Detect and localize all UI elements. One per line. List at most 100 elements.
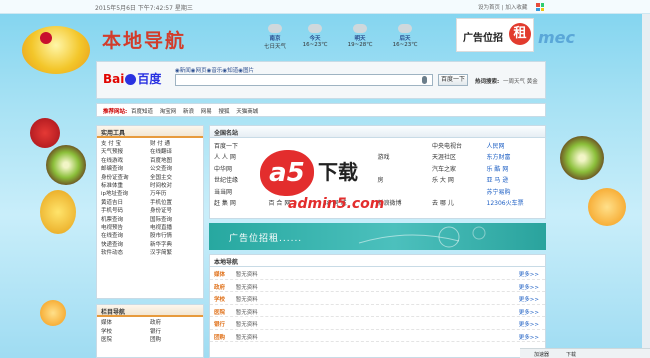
famous-site-link[interactable]: 苏宁易购 xyxy=(487,187,542,198)
famous-site-link[interactable]: 乐 大 网 xyxy=(432,175,487,186)
kiwi-right-decoration xyxy=(560,136,604,180)
recommended-link[interactable]: 百度知道 xyxy=(131,109,153,115)
tool-link[interactable]: 身份证查询 xyxy=(101,174,150,182)
tool-link[interactable]: 时间校对 xyxy=(150,182,199,190)
tool-link[interactable]: 在线游戏 xyxy=(101,157,150,165)
famous-site-link[interactable]: 去 哪 儿 xyxy=(432,198,487,209)
tool-link[interactable]: 软件动态 xyxy=(101,249,150,257)
vertical-scrollbar[interactable] xyxy=(642,14,650,348)
more-link[interactable]: 更多>> xyxy=(519,320,539,328)
pineapple-decoration xyxy=(40,190,76,234)
tool-link[interactable]: 黄道吉日 xyxy=(101,199,150,207)
kiwi-decoration xyxy=(46,145,86,185)
tool-link[interactable]: 支 付 宝 xyxy=(101,140,150,148)
famous-site-link[interactable]: 汽车之家 xyxy=(432,164,487,175)
tool-link[interactable]: 手机号码 xyxy=(101,207,150,215)
recommended-link[interactable]: 网易 xyxy=(201,109,212,115)
ad-banner[interactable]: 广告位招租...... xyxy=(209,223,546,250)
famous-site-link[interactable]: 东方财富 xyxy=(487,152,542,163)
more-link[interactable]: 更多>> xyxy=(519,308,539,316)
recommended-link[interactable]: 天猫商城 xyxy=(236,109,258,115)
tool-link[interactable]: 在线查询 xyxy=(101,232,150,240)
famous-site-link[interactable]: 人民网 xyxy=(487,141,542,152)
local-nav-row: 学校 暂无资料 更多>> xyxy=(210,292,545,305)
tool-link[interactable]: 百度地图 xyxy=(150,157,199,165)
lemon-cherry-decoration xyxy=(22,26,90,74)
local-nav-title: 本地导航 xyxy=(210,255,545,267)
local-nav-category[interactable]: 学校 xyxy=(214,295,234,303)
column-nav-panel: 栏目导航 媒体 政府 学校 银行 医院 团购 xyxy=(96,304,204,358)
local-nav-category[interactable]: 媒体 xyxy=(214,270,234,278)
watermark-url: admin5.com xyxy=(288,196,385,212)
tool-link[interactable]: 全国主交 xyxy=(150,174,199,182)
tool-link[interactable]: 标准体重 xyxy=(101,182,150,190)
recommended-sites: 推荐网站: 百度知道 淘宝网 新浪 网易 搜狐 天猫商城 xyxy=(96,103,546,117)
local-nav-category[interactable]: 医院 xyxy=(214,308,234,316)
local-nav-text: 暂无资料 xyxy=(235,297,258,303)
tool-link[interactable]: ip地址查询 xyxy=(101,190,150,198)
local-nav-category[interactable]: 银行 xyxy=(214,320,234,328)
famous-sites-title: 全国名站 xyxy=(210,126,545,138)
column-nav-link[interactable]: 银行 xyxy=(150,328,199,337)
more-link[interactable]: 更多>> xyxy=(519,295,539,303)
column-nav-link[interactable]: 媒体 xyxy=(101,319,150,328)
recommended-link[interactable]: 新浪 xyxy=(183,109,194,115)
famous-site-link[interactable]: 12306火车票 xyxy=(487,198,542,209)
tool-link[interactable]: 电视直播 xyxy=(150,224,199,232)
famous-site-link[interactable]: 乐 酷 网 xyxy=(487,164,542,175)
column-nav-link[interactable]: 学校 xyxy=(101,328,150,337)
baidu-logo[interactable]: Bai 百度 xyxy=(103,70,161,87)
windows-grid-icon[interactable] xyxy=(536,3,544,11)
weather-day-after: 后天 16~23℃ xyxy=(385,24,425,48)
tool-link[interactable]: 邮编查询 xyxy=(101,165,150,173)
tool-link[interactable]: 机票查询 xyxy=(101,216,150,224)
recommended-link[interactable]: 搜狐 xyxy=(219,109,230,115)
search-button[interactable]: 百度一下 xyxy=(438,74,468,86)
microphone-icon[interactable] xyxy=(422,76,427,84)
hot-search-label: 热词搜索: xyxy=(475,79,500,85)
tool-link[interactable]: 电视预告 xyxy=(101,224,150,232)
orange-decoration xyxy=(588,188,626,226)
tool-link[interactable]: 汉字简繁 xyxy=(150,249,199,257)
top-links[interactable]: 设为首页 | 加入收藏 xyxy=(478,3,527,11)
a5-logo: a5 xyxy=(260,150,314,196)
download-label[interactable]: 下载 xyxy=(566,351,576,358)
column-nav-link[interactable]: 医院 xyxy=(101,336,150,345)
tool-link[interactable]: 身份证号 xyxy=(150,207,199,215)
more-link[interactable]: 更多>> xyxy=(519,270,539,278)
search-input[interactable] xyxy=(175,74,433,86)
tool-link[interactable]: 天气预报 xyxy=(101,148,150,156)
tool-link[interactable]: 新华字典 xyxy=(150,241,199,249)
local-nav-category[interactable]: 政府 xyxy=(214,283,234,291)
famous-site-link[interactable]: 天涯社区 xyxy=(432,152,487,163)
accelerator-label[interactable]: 加速器 xyxy=(534,351,549,358)
tool-link[interactable]: 股市行情 xyxy=(150,232,199,240)
banner-decoration xyxy=(358,226,486,248)
recommended-link[interactable]: 淘宝网 xyxy=(160,109,177,115)
column-nav-link[interactable]: 团购 xyxy=(150,336,199,345)
tool-link[interactable]: 快递查询 xyxy=(101,241,150,249)
column-nav-link[interactable]: 政府 xyxy=(150,319,199,328)
tool-link[interactable]: 财 付 通 xyxy=(150,140,199,148)
site-logo[interactable]: 本地导航 xyxy=(102,26,186,53)
local-nav-text: 暂无资料 xyxy=(235,322,258,328)
local-nav-panel: 本地导航 媒体 暂无资料 更多>> 政府 暂无资料 更多>> 学校 暂无资料 更多>> 医院… xyxy=(209,254,546,358)
more-link[interactable]: 更多>> xyxy=(519,283,539,291)
tool-link[interactable]: 手机位置 xyxy=(150,199,199,207)
tool-link[interactable]: 万年历 xyxy=(150,190,199,198)
famous-site-link[interactable] xyxy=(432,187,487,198)
tools-panel: 实用工具 支 付 宝财 付 通天气预报 在线翻译 在线游戏 百度地图 邮编查询 公交查询身… xyxy=(96,125,204,299)
local-nav-text: 暂无资料 xyxy=(235,284,258,291)
search-type-radios[interactable]: ◉新闻◉网页◉音乐◉知道◉图片 xyxy=(175,66,254,74)
tool-link[interactable]: 公交查询 xyxy=(150,165,199,173)
famous-site-link[interactable]: 亚 马 逊 xyxy=(487,175,542,186)
tool-link[interactable]: 在线翻译 xyxy=(150,148,199,156)
header-ad[interactable]: 广告位招 租 xyxy=(456,18,534,52)
more-link[interactable]: 更多>> xyxy=(519,333,539,341)
local-nav-category[interactable]: 团购 xyxy=(214,333,234,341)
hot-search-items[interactable]: 一周天气 黄金 xyxy=(503,77,538,85)
tools-title: 实用工具 xyxy=(97,126,203,138)
famous-site-link[interactable]: 中央电视台 xyxy=(432,141,487,152)
decorative-text: mec xyxy=(538,28,576,47)
tool-link[interactable]: 国际查询 xyxy=(150,216,199,224)
